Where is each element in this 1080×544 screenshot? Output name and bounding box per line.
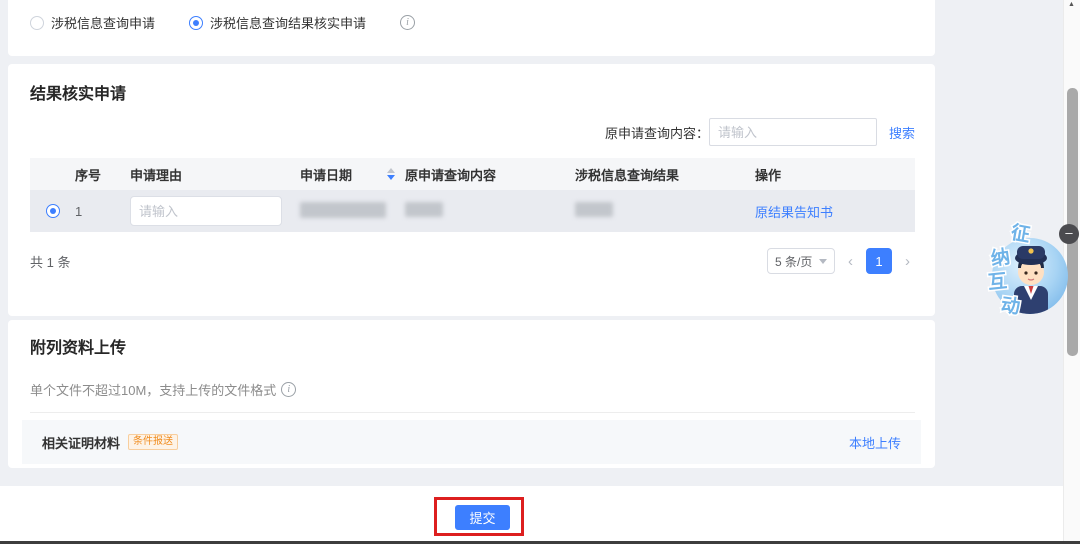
radio-label[interactable]: 涉税信息查询结果核实申请 [210,13,366,32]
mascot-char-dong: 动 [1000,294,1022,318]
page-size-select[interactable]: 5 条/页 [767,248,835,274]
total-count: 共 1 条 [30,252,70,271]
prev-page-button[interactable]: ‹ [845,253,856,270]
mascot-char-zheng: 征 [1009,220,1032,246]
upload-hint-text: 单个文件不超过10M，支持上传的文件格式 [30,380,276,399]
conditional-submit-badge: 条件报送 [128,434,178,450]
info-icon[interactable]: i [281,382,296,397]
scroll-up-arrow-icon[interactable]: ▲ [1068,1,1075,8]
radio-tax-info-query-application[interactable]: 涉税信息查询申请 [30,13,155,32]
search-input[interactable] [709,118,877,146]
page-number-1[interactable]: 1 [866,248,892,274]
header-reason: 申请理由 [130,165,300,184]
mascot-char-na: 纳 [989,245,1011,270]
result-verify-card: 结果核实申请 原申请查询内容： 搜索 序号 申请理由 申请日期 原申请查询内容 … [8,64,935,316]
attachment-upload-card: 附列资料上传 单个文件不超过10M，支持上传的文件格式 i 相关证明材料 条件报… [8,320,935,468]
row-index: 1 [75,204,130,219]
header-query-result: 涉税信息查询结果 [575,165,755,184]
next-page-button[interactable]: › [902,253,913,270]
radio-tax-info-query-result-verify[interactable]: 涉税信息查询结果核实申请 [189,13,366,32]
footer-bar: 提交 [0,486,1080,541]
section-title: 结果核实申请 [30,80,126,104]
search-button[interactable]: 搜索 [889,123,915,142]
sort-asc-icon[interactable] [387,168,395,173]
material-name: 相关证明材料 [42,433,120,452]
info-icon[interactable]: i [400,15,415,30]
table-row[interactable]: 1 原结果告知书 [30,190,915,232]
reason-input[interactable] [130,196,282,226]
upload-material-row: 相关证明材料 条件报送 本地上传 [22,420,921,464]
radio-unchecked-icon[interactable] [30,16,44,30]
header-date-label: 申请日期 [300,168,352,183]
red-highlight-annotation [434,497,524,536]
radio-checked-icon[interactable] [189,16,203,30]
header-date: 申请日期 [300,165,405,184]
sort-desc-icon[interactable] [387,175,395,180]
redacted-date [300,202,386,218]
sort-icon[interactable] [387,168,395,180]
header-action: 操作 [755,165,915,184]
search-row: 原申请查询内容： 搜索 [605,118,915,146]
radio-label[interactable]: 涉税信息查询申请 [51,13,155,32]
chevron-down-icon [819,259,827,264]
mascot-collapse-button[interactable]: – [1059,224,1079,244]
upload-section-title: 附列资料上传 [30,334,126,358]
pagination: 5 条/页 ‹ 1 › [767,248,913,274]
original-result-notice-link[interactable]: 原结果告知书 [755,205,833,220]
page-size-value: 5 条/页 [775,253,812,270]
search-label: 原申请查询内容： [605,123,709,142]
redacted-query-result [575,202,613,217]
redacted-original-content [405,202,443,217]
mascot-char-hu: 互 [987,271,1008,294]
divider [30,412,915,413]
row-radio-checked-icon[interactable] [46,204,60,218]
header-index: 序号 [75,165,130,184]
upload-hint: 单个文件不超过10M，支持上传的文件格式 i [30,380,296,399]
query-type-radio-group: 涉税信息查询申请 涉税信息查询结果核实申请 i [30,13,415,32]
query-type-card: 涉税信息查询申请 涉税信息查询结果核实申请 i [8,0,935,56]
table-header-row: 序号 申请理由 申请日期 原申请查询内容 涉税信息查询结果 操作 [30,158,915,190]
header-original-content: 原申请查询内容 [405,165,575,184]
local-upload-link[interactable]: 本地上传 [849,433,901,452]
result-table: 序号 申请理由 申请日期 原申请查询内容 涉税信息查询结果 操作 1 [30,158,915,232]
